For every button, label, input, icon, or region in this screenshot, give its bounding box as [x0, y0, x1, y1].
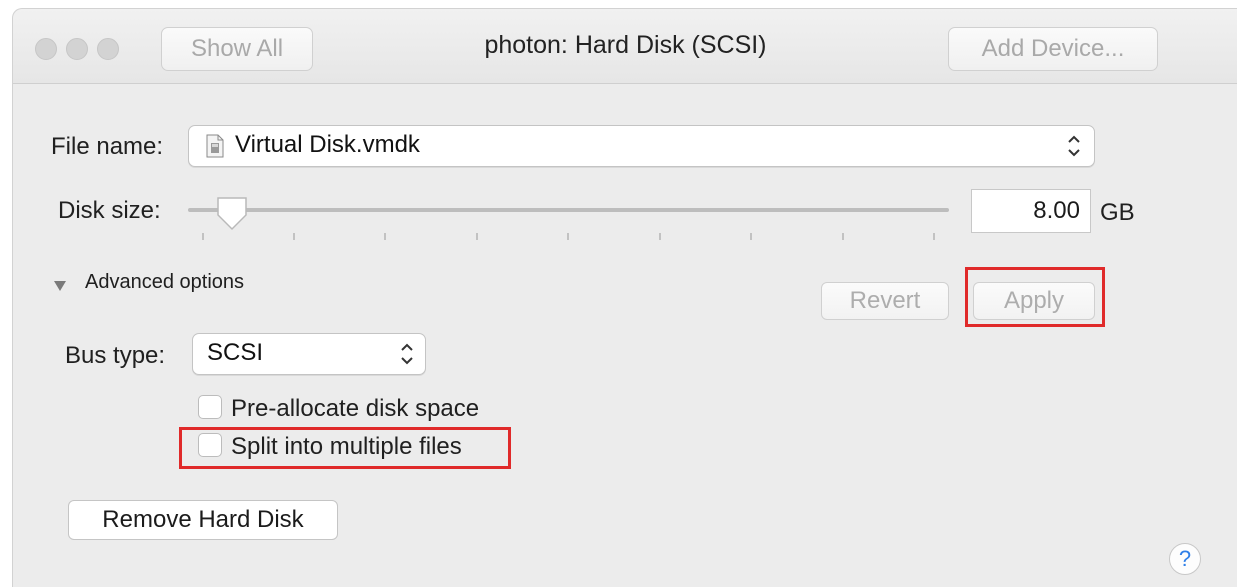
slider-tick	[750, 233, 752, 240]
slider-tick	[842, 233, 844, 240]
slider-tick	[202, 233, 204, 240]
preallocate-label[interactable]: Pre-allocate disk space	[231, 395, 479, 423]
advanced-options-label[interactable]: Advanced options	[85, 271, 244, 294]
file-name-popup[interactable]: Virtual Disk.vmdk	[188, 125, 1095, 167]
add-device-button[interactable]: Add Device...	[948, 27, 1158, 71]
slider-tick	[293, 233, 295, 240]
split-files-highlight-box	[179, 427, 511, 469]
file-name-label: File name:	[51, 133, 164, 160]
slider-track[interactable]	[188, 208, 949, 212]
title-bar: Show All photon: Hard Disk (SCSI) Add De…	[13, 9, 1237, 84]
preferences-window: Show All photon: Hard Disk (SCSI) Add De…	[12, 8, 1237, 587]
slider-tick	[476, 233, 478, 240]
slider-tick	[384, 233, 386, 240]
disk-size-unit: GB	[1100, 199, 1135, 226]
bus-type-value: SCSI	[207, 339, 264, 366]
disk-size-field[interactable]: 8.00	[971, 189, 1091, 233]
apply-highlight-box	[965, 267, 1105, 327]
revert-button[interactable]: Revert	[821, 282, 949, 320]
file-name-value: Virtual Disk.vmdk	[235, 131, 420, 158]
preallocate-checkbox[interactable]	[198, 395, 222, 419]
disk-size-label: Disk size:	[58, 197, 161, 224]
disk-file-icon	[206, 134, 224, 163]
disclosure-triangle-icon[interactable]	[53, 279, 67, 297]
slider-tick	[567, 233, 569, 240]
up-down-arrows-icon	[1064, 126, 1084, 166]
slider-tick	[933, 233, 935, 240]
remove-hard-disk-button[interactable]: Remove Hard Disk	[68, 500, 338, 540]
slider-tick	[659, 233, 661, 240]
bus-type-label: Bus type:	[65, 342, 166, 369]
up-down-arrows-icon	[397, 334, 417, 374]
slider-knob[interactable]	[215, 195, 249, 233]
help-button[interactable]: ?	[1169, 543, 1201, 575]
bus-type-popup[interactable]: SCSI	[192, 333, 426, 375]
